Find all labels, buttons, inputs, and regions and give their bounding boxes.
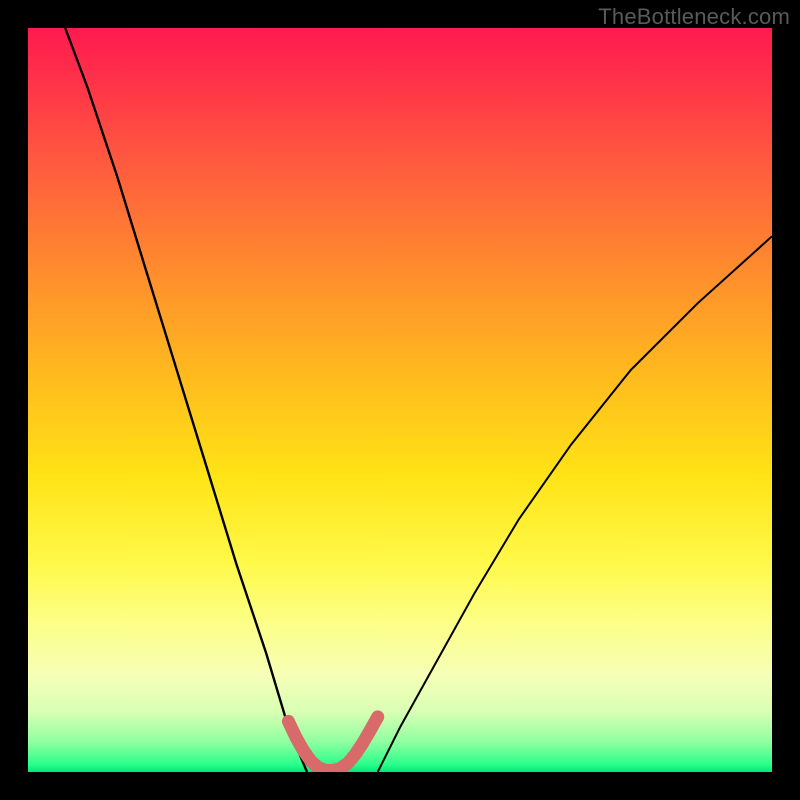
curve-layer xyxy=(28,28,772,772)
watermark-text: TheBottleneck.com xyxy=(598,4,790,30)
chart-frame: TheBottleneck.com xyxy=(0,0,800,800)
plot-area xyxy=(28,28,772,772)
right-curve xyxy=(378,236,772,772)
left-curve xyxy=(65,28,307,772)
